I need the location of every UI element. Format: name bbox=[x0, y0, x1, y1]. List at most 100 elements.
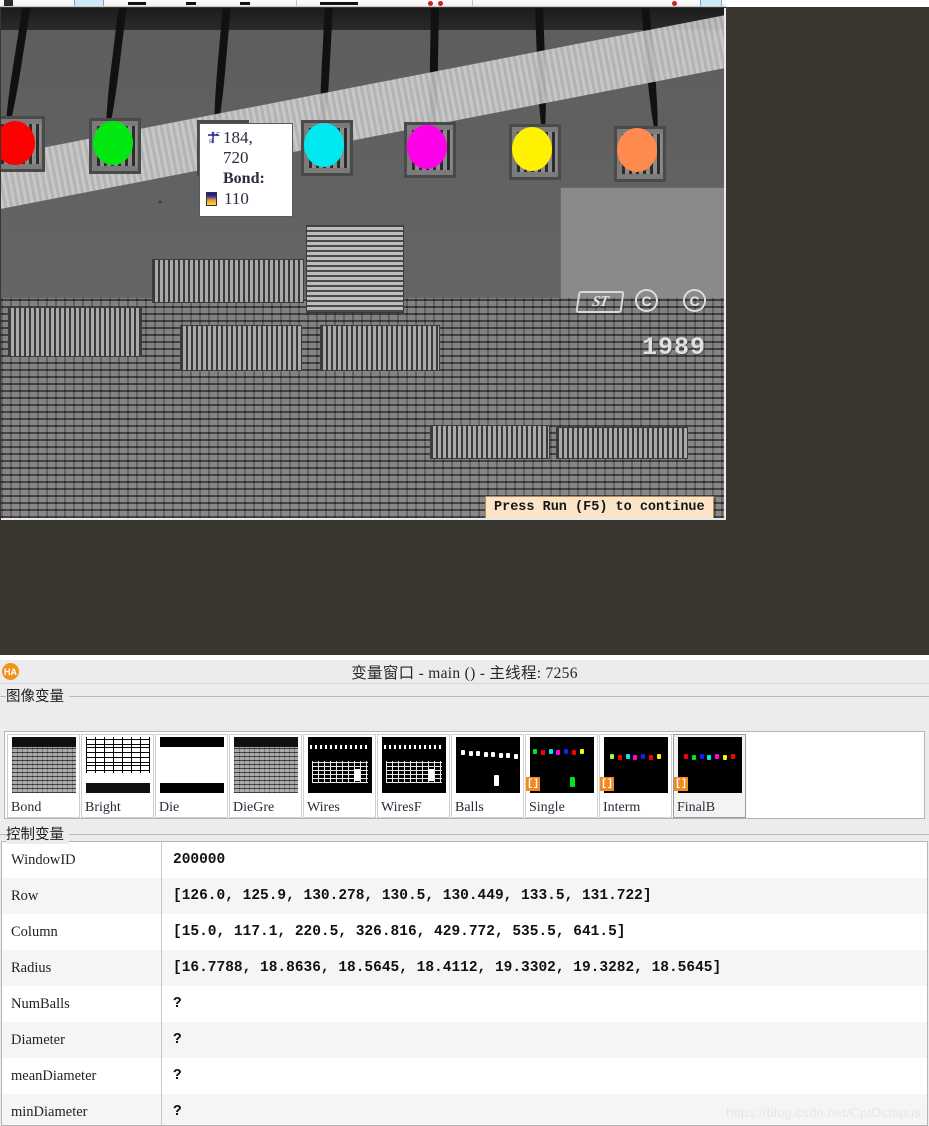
thumb-label: Bright bbox=[85, 800, 121, 815]
toolbar-separator-1 bbox=[296, 0, 297, 6]
st-logo-icon: ST bbox=[575, 291, 625, 313]
halcon-app-icon: HA bbox=[2, 663, 19, 680]
thumb-preview bbox=[12, 737, 76, 793]
image-variables-group: 图像变量 Bond Bright Die DieGre Wires WiresF Balls… bbox=[0, 685, 929, 825]
thumb-label: DieGre bbox=[233, 800, 275, 815]
tooltip-bond-label: Bond: bbox=[223, 170, 265, 188]
variable-name: NumBalls bbox=[2, 986, 162, 1022]
image-variable-thumb-balls[interactable]: Balls bbox=[451, 734, 524, 818]
image-variable-thumbnail-strip[interactable]: Bond Bright Die DieGre Wires WiresF Balls [] Sin… bbox=[4, 731, 925, 819]
image-variable-thumb-finalb[interactable]: [] FinalB bbox=[673, 734, 746, 818]
variable-value[interactable]: ? bbox=[162, 1032, 927, 1048]
thumb-label: Balls bbox=[455, 800, 484, 815]
image-variable-thumb-die[interactable]: Die bbox=[155, 734, 228, 818]
image-variable-thumb-interm[interactable]: [] Interm bbox=[599, 734, 672, 818]
graphics-window-image[interactable]: ST C C 1989 R C 184, 720 Bond: 110 Press… bbox=[1, 8, 726, 520]
die-logic-block bbox=[556, 427, 688, 459]
toolbar-separator-2 bbox=[472, 0, 473, 6]
toolbar-icon-2[interactable] bbox=[128, 2, 146, 5]
control-variable-row[interactable]: meanDiameter? bbox=[2, 1058, 927, 1094]
control-variable-row[interactable]: Diameter? bbox=[2, 1022, 927, 1058]
toolbar-icon-4[interactable] bbox=[240, 2, 250, 5]
image-variable-thumb-wiresf[interactable]: WiresF bbox=[377, 734, 450, 818]
image-variable-thumb-wires[interactable]: Wires bbox=[303, 734, 376, 818]
thumb-label: Bond bbox=[11, 800, 42, 815]
thumb-preview bbox=[86, 737, 150, 793]
thumb-preview bbox=[308, 737, 372, 793]
control-variable-row[interactable]: Radius [16.7788, 18.8636, 18.5645, 18.411… bbox=[2, 950, 927, 986]
image-variable-thumb-single[interactable]: [] Single bbox=[525, 734, 598, 818]
toolbar-icon-5[interactable] bbox=[320, 2, 358, 5]
image-variable-thumb-diegre[interactable]: DieGre bbox=[229, 734, 302, 818]
ball-marker-4 bbox=[407, 125, 447, 169]
control-variables-label: 控制变量 bbox=[6, 823, 69, 844]
thumb-label: WiresF bbox=[381, 800, 422, 815]
variable-value[interactable]: [15.0, 117.1, 220.5, 326.816, 429.772, 5… bbox=[162, 924, 927, 940]
ball-marker-5 bbox=[512, 127, 552, 171]
ball-marker-2 bbox=[93, 121, 133, 165]
crosshair-rc-icon: R C bbox=[206, 131, 220, 145]
tooltip-row-coord: 184, bbox=[223, 128, 253, 147]
cursor-readout-tooltip: R C 184, 720 Bond: 110 bbox=[199, 123, 293, 217]
thumb-label: Die bbox=[159, 800, 180, 815]
toolbar-end-control[interactable] bbox=[700, 0, 722, 6]
tooltip-col-coord: 720 bbox=[223, 148, 249, 168]
variable-value[interactable]: 200000 bbox=[162, 852, 927, 868]
die-year-label: 1989 bbox=[642, 333, 707, 362]
svg-text:R: R bbox=[209, 139, 213, 145]
thumb-preview bbox=[382, 737, 446, 793]
control-variable-row[interactable]: Column [15.0, 117.1, 220.5, 326.816, 429.… bbox=[2, 914, 927, 950]
die-logic-block bbox=[430, 425, 550, 459]
control-variables-table[interactable]: WindowID 200000 Row [126.0, 125.9, 130.278,… bbox=[1, 841, 928, 1126]
group-rule bbox=[0, 834, 929, 835]
copyright-mark-icon: C bbox=[635, 289, 658, 312]
variable-name: Radius bbox=[2, 950, 162, 986]
control-variable-row[interactable]: WindowID 200000 bbox=[2, 842, 927, 878]
variable-window: HA 变量窗口 - main () - 主线程: 7256 图像变量 Bond B… bbox=[0, 660, 929, 1126]
toolbar-record-icon[interactable] bbox=[428, 1, 433, 6]
group-rule bbox=[0, 696, 929, 697]
variable-name: meanDiameter bbox=[2, 1058, 162, 1094]
blog-watermark: https://blog.csdn.net/CptOctopus bbox=[725, 1105, 921, 1120]
image-variable-thumb-bond[interactable]: Bond bbox=[7, 734, 80, 818]
thumb-label: Single bbox=[529, 800, 565, 815]
thumb-label: Wires bbox=[307, 800, 340, 815]
toolbar-red-icon[interactable] bbox=[672, 1, 677, 6]
variable-value[interactable]: ? bbox=[162, 1068, 927, 1084]
die-logic-block bbox=[180, 325, 302, 371]
toolbar-icon-3[interactable] bbox=[186, 2, 196, 5]
die-logic-block bbox=[152, 259, 304, 303]
variable-value[interactable]: [16.7788, 18.8636, 18.5645, 18.4112, 19.… bbox=[162, 960, 927, 976]
control-variable-row[interactable]: Row [126.0, 125.9, 130.278, 130.5, 130.44… bbox=[2, 878, 927, 914]
image-variable-thumb-bright[interactable]: Bright bbox=[81, 734, 154, 818]
die-logic-block bbox=[8, 307, 142, 357]
die-memory-block bbox=[306, 225, 404, 313]
variable-value[interactable]: [126.0, 125.9, 130.278, 130.5, 130.449, … bbox=[162, 888, 927, 904]
image-variables-label: 图像变量 bbox=[6, 685, 69, 706]
variable-name: minDiameter bbox=[2, 1094, 162, 1125]
array-badge-icon: [] bbox=[674, 777, 688, 791]
control-variables-group: 控制变量 WindowID 200000 Row [126.0, 125.9, 130… bbox=[0, 823, 929, 1126]
press-run-banner: Press Run (F5) to continue bbox=[485, 496, 714, 518]
cropped-ide-toolbar[interactable] bbox=[0, 0, 726, 7]
thumb-preview bbox=[456, 737, 520, 793]
thumb-label: Interm bbox=[603, 800, 641, 815]
variable-name: Column bbox=[2, 914, 162, 950]
control-variable-row[interactable]: NumBalls? bbox=[2, 986, 927, 1022]
toolbar-stop-icon[interactable] bbox=[438, 1, 443, 6]
svg-text:C: C bbox=[216, 132, 220, 138]
ball-marker-6 bbox=[617, 128, 657, 172]
toolbar-selected-control[interactable] bbox=[74, 0, 104, 6]
die-logic-block bbox=[320, 325, 440, 371]
copyright-mark-2-icon: C bbox=[683, 289, 706, 312]
array-badge-icon: [] bbox=[600, 777, 614, 791]
variable-window-title: 变量窗口 - main () - 主线程: 7256 bbox=[351, 664, 578, 682]
variable-name: WindowID bbox=[2, 842, 162, 878]
thumb-label: FinalB bbox=[677, 800, 716, 815]
variable-value[interactable]: ? bbox=[162, 996, 927, 1012]
thumb-preview bbox=[234, 737, 298, 793]
tooltip-bond-value: 110 bbox=[224, 188, 249, 208]
gradient-swatch-icon bbox=[206, 191, 217, 206]
toolbar-icon-1[interactable] bbox=[4, 0, 13, 6]
ball-marker-3 bbox=[304, 123, 344, 167]
